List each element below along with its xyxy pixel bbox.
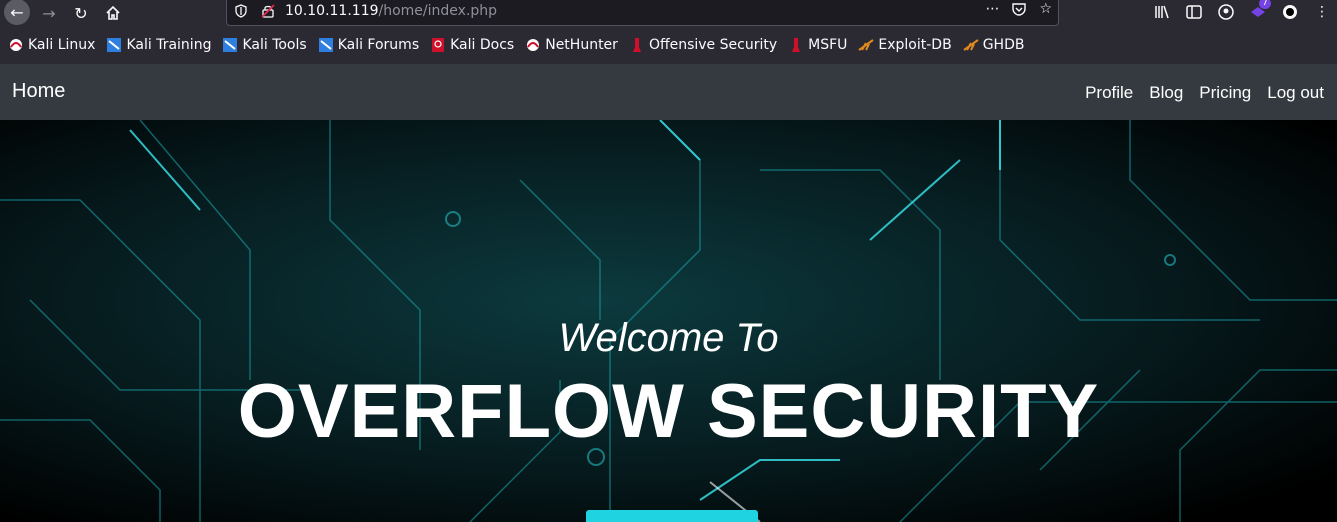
bookmark-label: Kali Docs — [450, 37, 515, 53]
bookmark-label: Exploit-DB — [878, 37, 952, 53]
forward-button[interactable]: → — [34, 0, 64, 26]
bookmark-nethunter[interactable]: NetHunter — [525, 37, 618, 53]
kali-icon — [10, 39, 22, 51]
url-bar[interactable]: 10.10.11.119/home/index.php ⋯ ☆ — [226, 0, 1059, 26]
kali-tools-icon — [223, 38, 238, 52]
reload-icon: ↻ — [74, 3, 88, 23]
extension-button[interactable]: 7 — [1249, 0, 1271, 22]
pocket-icon[interactable] — [1011, 1, 1027, 17]
kali-docs-icon — [432, 38, 445, 52]
navbar-links: Profile Blog Pricing Log out — [1085, 83, 1324, 103]
bookmark-label: MSFU — [808, 37, 848, 53]
url-host: 10.10.11.119 — [285, 3, 379, 19]
kali-forums-icon — [318, 38, 333, 52]
reload-button[interactable]: ↻ — [66, 0, 96, 26]
bookmark-ghdb[interactable]: GHDB — [963, 37, 1025, 53]
navbar-brand-home[interactable]: Home — [12, 80, 65, 103]
site-navbar: Home Profile Blog Pricing Log out — [0, 64, 1337, 120]
library-icon[interactable] — [1153, 2, 1171, 22]
browser-toolbar: ← → ↻ 10.10.11.119/home/index.php ⋯ ☆ 7 … — [0, 0, 1337, 26]
bookmark-kali-tools[interactable]: Kali Tools — [222, 37, 307, 53]
hero-welcome-text: Welcome To — [558, 316, 779, 360]
extension-badge: 7 — [1259, 0, 1271, 9]
nav-link-pricing[interactable]: Pricing — [1199, 83, 1251, 103]
bookmark-kali-docs[interactable]: Kali Docs — [430, 37, 514, 53]
bookmark-exploit-db[interactable]: Exploit-DB — [858, 37, 952, 53]
nav-link-logout[interactable]: Log out — [1267, 83, 1324, 103]
bookmark-label: Kali Training — [126, 37, 212, 53]
sidebar-icon[interactable] — [1185, 2, 1203, 22]
back-button[interactable]: ← — [2, 0, 32, 26]
bookmark-label: Kali Tools — [242, 37, 307, 53]
shield-icon[interactable] — [235, 4, 247, 18]
msfu-icon — [792, 38, 801, 52]
ghdb-icon — [963, 39, 979, 51]
account-icon[interactable] — [1217, 2, 1235, 22]
bookmark-label: NetHunter — [545, 37, 618, 53]
bookmark-label: Kali Forums — [337, 37, 420, 53]
home-button[interactable] — [98, 0, 128, 26]
bookmark-kali-linux[interactable]: Kali Linux — [8, 37, 95, 53]
home-icon — [106, 5, 120, 20]
menu-icon[interactable]: ⋮ — [1313, 2, 1331, 22]
nav-link-profile[interactable]: Profile — [1085, 83, 1133, 103]
url-text[interactable]: 10.10.11.119/home/index.php — [285, 3, 497, 19]
offsec-icon — [632, 38, 641, 52]
hero-title: OVERFLOW SECURITY — [237, 369, 1100, 454]
hero-cta-button[interactable] — [586, 510, 758, 522]
bookmarks-bar: Kali Linux Kali Training Kali Tools Kali… — [0, 26, 1337, 64]
insecure-lock-icon[interactable] — [261, 4, 275, 18]
nethunter-icon — [527, 39, 540, 51]
bookmark-offensive-security[interactable]: Offensive Security — [629, 37, 777, 53]
bookmark-kali-forums[interactable]: Kali Forums — [318, 37, 419, 53]
bookmark-star-icon[interactable]: ☆ — [1039, 1, 1052, 17]
bookmark-label: Kali Linux — [28, 37, 96, 53]
forward-arrow-icon: → — [42, 3, 56, 23]
bookmark-label: Offensive Security — [648, 37, 778, 53]
url-path: /home/index.php — [378, 3, 498, 19]
nav-link-blog[interactable]: Blog — [1149, 83, 1183, 103]
hero-section: Welcome To OVERFLOW SECURITY — [0, 120, 1337, 522]
bookmark-label: GHDB — [982, 37, 1025, 53]
kali-training-icon — [107, 38, 122, 52]
bookmark-msfu[interactable]: MSFU — [788, 37, 847, 53]
page-actions-icon[interactable]: ⋯ — [985, 1, 999, 17]
exploitdb-icon — [858, 39, 874, 51]
back-arrow-icon: ← — [4, 0, 30, 25]
bookmark-kali-training[interactable]: Kali Training — [106, 37, 211, 53]
record-icon[interactable] — [1281, 2, 1299, 22]
